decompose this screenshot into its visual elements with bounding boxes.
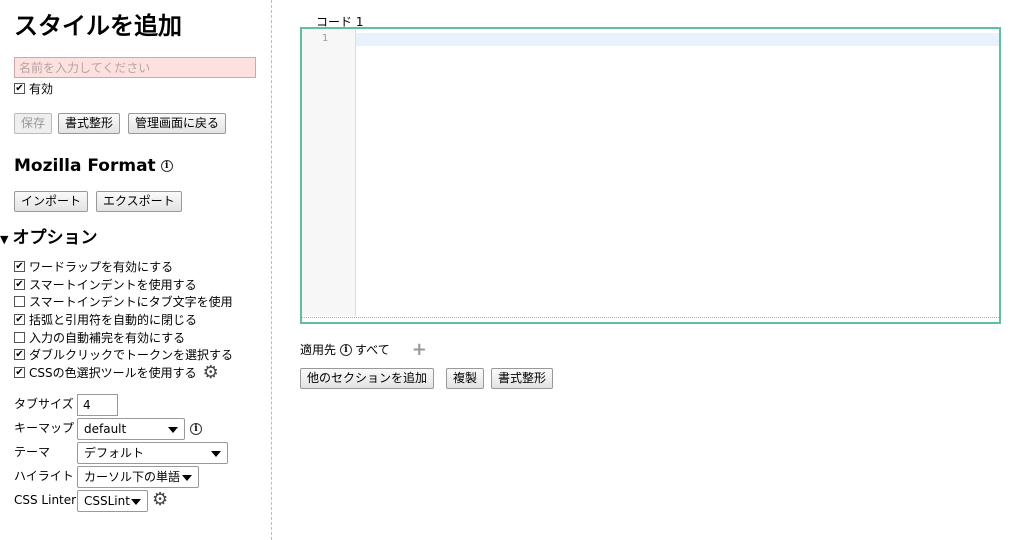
option-label: ダブルクリックでトークンを選択する: [29, 348, 234, 362]
highlight-select[interactable]: カーソル下の単語: [77, 466, 199, 488]
enabled-checkbox-row[interactable]: ✔ 有効: [14, 80, 53, 97]
option-row[interactable]: 入力の自動補完を有効にする: [14, 329, 185, 346]
keymap-label: キーマップ: [14, 421, 75, 435]
option-checkbox[interactable]: ✔: [14, 367, 25, 378]
page-title: スタイルを追加: [14, 12, 182, 40]
enabled-checkbox[interactable]: ✔: [14, 83, 25, 94]
option-label: CSSの色選択ツールを使用する: [29, 366, 197, 380]
gear-icon[interactable]: ⚙: [203, 363, 219, 381]
option-row[interactable]: ✔ 括弧と引用符を自動的に閉じる: [14, 311, 197, 328]
option-row[interactable]: ✔ スマートインデントを使用する: [14, 276, 197, 293]
section-beautify-button[interactable]: 書式整形: [491, 368, 554, 389]
linter-value: CSSLint: [84, 494, 130, 508]
line-number: 1: [321, 33, 328, 44]
format-heading-text: Mozilla Format: [14, 156, 156, 176]
linter-label: CSS Linter: [14, 493, 77, 507]
options-toggle[interactable]: ▼ オプション: [0, 227, 97, 251]
option-row[interactable]: ✔ ワードラップを有効にする: [14, 258, 173, 275]
theme-value: デフォルト: [84, 446, 145, 460]
chevron-down-icon: [168, 427, 178, 433]
code-editor[interactable]: 1: [300, 27, 1001, 324]
applies-to-label: 適用先: [300, 343, 337, 357]
add-section-button[interactable]: 他のセクションを追加: [300, 368, 435, 389]
back-to-manage-button[interactable]: 管理画面に戻る: [128, 113, 227, 134]
applies-info-icon[interactable]: i: [340, 343, 353, 356]
highlight-label: ハイライト: [14, 469, 74, 483]
chevron-down-icon: [131, 499, 141, 505]
collapse-triangle-icon: ▼: [0, 233, 9, 246]
active-line-highlight: [356, 33, 999, 46]
info-icon[interactable]: i: [160, 160, 173, 172]
beautify-button[interactable]: 書式整形: [58, 113, 121, 134]
applies-all-value[interactable]: すべて: [355, 341, 390, 358]
option-checkbox[interactable]: ✔: [14, 279, 25, 290]
option-checkbox[interactable]: ✔: [14, 261, 25, 272]
style-name-input[interactable]: [14, 57, 256, 78]
editor-resize-handle[interactable]: [302, 317, 999, 322]
option-checkbox[interactable]: ✔: [14, 314, 25, 325]
theme-select[interactable]: デフォルト: [77, 442, 228, 464]
chevron-down-icon: [211, 451, 221, 457]
options-title-text: オプション: [12, 228, 98, 248]
option-label: 括弧と引用符を自動的に閉じる: [29, 313, 198, 327]
tab-size-label: タブサイズ: [14, 397, 74, 411]
keymap-select[interactable]: default: [77, 418, 185, 440]
option-row[interactable]: ✔ ダブルクリックでトークンを選択する: [14, 346, 233, 363]
option-label: 入力の自動補完を有効にする: [29, 331, 186, 345]
linter-gear-icon[interactable]: ⚙: [152, 491, 168, 509]
add-applies-plus-icon[interactable]: +: [412, 340, 427, 358]
option-label: スマートインデントにタブ文字を使用: [29, 295, 233, 309]
keymap-info-icon[interactable]: i: [190, 423, 202, 435]
clone-section-button[interactable]: 複製: [446, 368, 485, 389]
highlight-value: カーソル下の単語: [84, 470, 181, 484]
option-checkbox[interactable]: [14, 332, 25, 343]
option-row[interactable]: スマートインデントにタブ文字を使用: [14, 293, 233, 310]
linter-select[interactable]: CSSLint: [77, 490, 148, 512]
keymap-value: default: [84, 422, 127, 436]
option-label: スマートインデントを使用する: [29, 278, 197, 292]
applies-to-row: 適用先 i すべて +: [300, 340, 427, 358]
tab-size-input[interactable]: 4: [77, 394, 118, 416]
export-button[interactable]: エクスポート: [96, 191, 182, 212]
format-heading: Mozilla Format i: [14, 155, 173, 177]
theme-label: テーマ: [14, 445, 51, 459]
enabled-label: 有効: [29, 82, 54, 96]
option-row[interactable]: ✔ CSSの色選択ツールを使用する ⚙: [14, 363, 219, 381]
option-checkbox[interactable]: [14, 296, 25, 307]
import-button[interactable]: インポート: [14, 191, 89, 212]
option-label: ワードラップを有効にする: [29, 260, 174, 274]
line-gutter: 1: [302, 29, 356, 316]
chevron-down-icon: [182, 475, 192, 481]
save-button[interactable]: 保存: [14, 113, 53, 134]
sidebar: スタイルを追加 ✔ 有効 保存 書式整形 管理画面に戻る Mozilla For…: [0, 0, 272, 540]
option-checkbox[interactable]: ✔: [14, 349, 25, 360]
